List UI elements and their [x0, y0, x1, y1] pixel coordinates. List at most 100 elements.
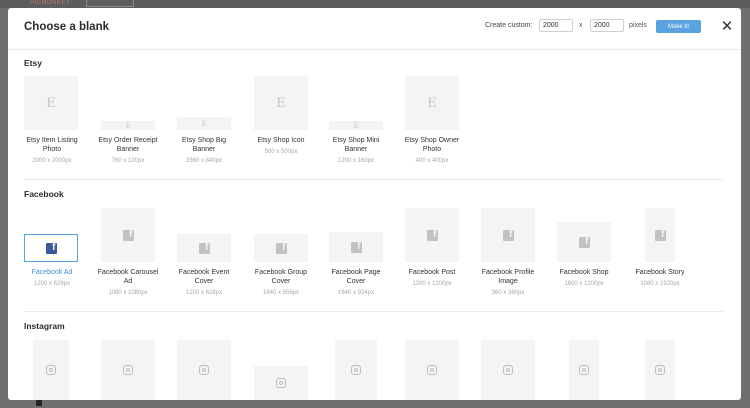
blank-instagram-template[interactable]	[569, 340, 599, 400]
blank-etsy-shop-mini-banner[interactable]: E Etsy Shop Mini Banner 1200 x 160px	[324, 76, 388, 176]
blank-facebook-profile-image[interactable]: f Facebook Profile Image 360 x 360px	[476, 208, 540, 308]
blank-facebook-event-cover[interactable]: f Facebook Event Cover 1200 x 628px	[172, 208, 236, 308]
template-thumbnail: f	[254, 234, 308, 262]
template-thumbnail: E	[329, 121, 383, 130]
template-thumbnail: f	[481, 208, 535, 262]
instagram-icon	[503, 365, 513, 375]
template-label: Etsy Shop Big Banner	[182, 137, 226, 153]
blank-etsy-item-listing-photo[interactable]: E Etsy Item Listing Photo 2000 x 2000px	[20, 76, 84, 176]
blank-facebook-page-cover[interactable]: f Facebook Page Cover 1640 x 924px	[324, 208, 388, 308]
blank-etsy-order-receipt-banner[interactable]: E Etsy Order Receipt Banner 760 x 100px	[96, 76, 160, 176]
etsy-e-icon: E	[125, 121, 131, 130]
blank-etsy-shop-owner-photo[interactable]: E Etsy Shop Owner Photo 400 x 400px	[400, 76, 464, 176]
section-title-etsy: Etsy	[24, 58, 42, 68]
template-label: Facebook Post	[408, 269, 456, 276]
template-size: 1200 x 160px	[337, 158, 375, 164]
blank-instagram-template[interactable]	[254, 366, 308, 400]
custom-height-input[interactable]	[590, 19, 624, 32]
template-size: 1200 x 1200px	[412, 281, 452, 287]
etsy-e-icon: E	[276, 95, 286, 111]
modal-header: Choose a blank Create custom: x pixels M…	[8, 8, 741, 50]
template-size: 360 x 360px	[491, 290, 525, 296]
template-label: Facebook Story	[635, 269, 685, 276]
dimension-separator: x	[579, 22, 583, 29]
template-size: 1080 x 1080px	[108, 290, 148, 296]
template-label: Etsy Shop Owner Photo	[404, 137, 460, 153]
template-thumbnail: f	[557, 222, 611, 262]
template-thumbnail: f	[645, 208, 675, 262]
template-label: Etsy Order Receipt Banner	[98, 137, 158, 153]
template-thumbnail: f	[101, 208, 155, 262]
blank-instagram-template[interactable]	[177, 340, 231, 400]
template-thumbnail: E	[254, 76, 308, 130]
template-label: Etsy Item Listing Photo	[26, 137, 78, 153]
template-thumbnail: E	[24, 76, 78, 130]
blank-instagram-template[interactable]	[335, 340, 377, 400]
custom-width-input[interactable]	[539, 19, 573, 32]
blank-etsy-shop-big-banner[interactable]: E Etsy Shop Big Banner 3360 x 840px	[172, 76, 236, 176]
section-divider	[24, 311, 724, 312]
facebook-icon: f	[426, 229, 438, 241]
blank-instagram-template[interactable]	[33, 340, 69, 400]
template-thumbnail	[254, 366, 308, 400]
etsy-e-icon: E	[201, 119, 207, 128]
backdrop-logo: PICMONKEY	[30, 0, 71, 6]
template-label: Facebook Shop	[559, 269, 609, 276]
section-title-facebook: Facebook	[24, 189, 64, 199]
template-label: Facebook Carousel Ad	[97, 269, 159, 285]
template-thumbnail	[33, 340, 69, 400]
blank-instagram-template[interactable]	[101, 340, 155, 400]
template-size: 400 x 400px	[415, 158, 449, 164]
etsy-e-icon: E	[427, 95, 437, 111]
blank-etsy-shop-icon[interactable]: E Etsy Shop Icon 500 x 500px	[249, 76, 313, 176]
instagram-icon	[351, 365, 361, 375]
template-size: 3360 x 840px	[185, 158, 223, 164]
facebook-icon: f	[45, 242, 57, 254]
blank-facebook-carousel-ad[interactable]: f Facebook Carousel Ad 1080 x 1080px	[96, 208, 160, 308]
blank-facebook-story[interactable]: f Facebook Story 1080 x 1920px	[628, 208, 692, 308]
template-label: Etsy Shop Icon	[257, 137, 305, 144]
template-size: 1200 x 628px	[33, 281, 71, 287]
etsy-e-icon: E	[46, 95, 56, 111]
section-divider	[24, 179, 724, 180]
template-label: Facebook Group Cover	[254, 269, 308, 285]
template-thumbnail: f	[177, 234, 231, 262]
blank-facebook-group-cover[interactable]: f Facebook Group Cover 1640 x 856px	[249, 208, 313, 308]
template-thumbnail: E	[177, 117, 231, 130]
make-it-button[interactable]: Make it!	[656, 20, 701, 33]
instagram-icon	[655, 365, 665, 375]
section-title-instagram: Instagram	[24, 321, 65, 331]
blank-facebook-ad[interactable]: f Facebook Ad 1200 x 628px	[20, 208, 84, 308]
instagram-icon	[276, 378, 286, 388]
pixels-label: pixels	[629, 22, 647, 29]
instagram-icon	[123, 365, 133, 375]
template-size: 1080 x 1920px	[640, 281, 680, 287]
close-icon[interactable]: ✕	[717, 16, 737, 36]
create-custom-label: Create custom:	[485, 22, 533, 29]
template-size: 500 x 500px	[264, 149, 298, 155]
backdrop-button	[86, 0, 134, 7]
template-label: Facebook Event Cover	[178, 269, 230, 285]
template-thumbnail: E	[101, 121, 155, 130]
template-size: 1600 x 1200px	[564, 281, 604, 287]
template-size: 1640 x 924px	[337, 290, 375, 296]
etsy-e-icon: E	[353, 121, 359, 130]
template-thumbnail	[405, 340, 459, 400]
template-label: Facebook Ad	[31, 269, 73, 276]
backdrop-icon	[36, 400, 42, 406]
template-thumbnail: f	[405, 208, 459, 262]
instagram-icon	[199, 365, 209, 375]
blank-instagram-template[interactable]	[481, 340, 535, 400]
template-thumbnail	[177, 340, 231, 400]
template-thumbnail: f	[329, 232, 383, 262]
template-thumbnail	[481, 340, 535, 400]
template-size: 2000 x 2000px	[32, 158, 72, 164]
blank-instagram-template[interactable]	[405, 340, 459, 400]
blank-facebook-post[interactable]: f Facebook Post 1200 x 1200px	[400, 208, 464, 308]
facebook-icon: f	[350, 241, 362, 253]
template-label: Etsy Shop Mini Banner	[332, 137, 380, 153]
blank-instagram-template[interactable]	[645, 340, 675, 400]
template-thumbnail	[335, 340, 377, 400]
blank-facebook-shop[interactable]: f Facebook Shop 1600 x 1200px	[552, 208, 616, 308]
facebook-icon: f	[122, 229, 134, 241]
